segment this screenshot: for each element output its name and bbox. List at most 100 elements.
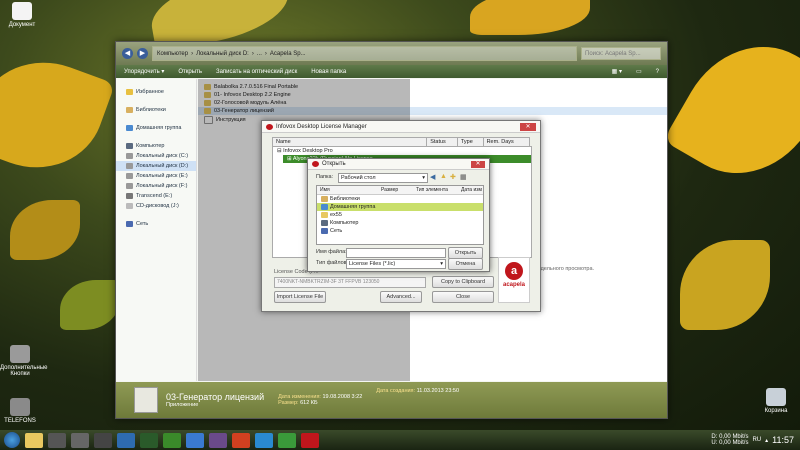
- column-size[interactable]: Размер: [378, 186, 413, 194]
- drive-icon: [126, 153, 133, 159]
- usb-drive-icon: [126, 193, 133, 199]
- explorer-taskbar-icon[interactable]: [25, 432, 43, 448]
- copy-to-clipboard-button[interactable]: Copy to Clipboard: [432, 276, 494, 288]
- column-name[interactable]: Имя: [317, 186, 378, 194]
- opera-taskbar-icon[interactable]: [232, 432, 250, 448]
- leaf-decoration: [663, 19, 800, 201]
- details-created-value: 11.03.2013 23:50: [416, 388, 460, 394]
- app-taskbar-icon[interactable]: [163, 432, 181, 448]
- folder-select[interactable]: Рабочий стол ▾: [338, 173, 428, 183]
- import-license-button[interactable]: Import License File: [274, 291, 326, 303]
- library-icon: [126, 107, 133, 113]
- leaf-decoration: [0, 42, 116, 188]
- app-taskbar-icon[interactable]: [140, 432, 158, 448]
- license-manager-title: Infovox Desktop License Manager: [276, 123, 367, 130]
- help-icon[interactable]: ?: [656, 69, 659, 75]
- chevron-right-icon: ›: [191, 50, 194, 57]
- view-options-icon[interactable]: ▦ ▾: [612, 68, 622, 75]
- open-list-item[interactable]: Компьютер: [317, 219, 483, 227]
- nav-item-drive-f[interactable]: Локальный диск (F:): [116, 181, 196, 191]
- breadcrumb-computer[interactable]: Компьютер: [157, 51, 188, 57]
- nav-item-drive-e[interactable]: Локальный диск (E:): [116, 171, 196, 181]
- acapela-icon: [266, 123, 273, 130]
- clock[interactable]: 11:57: [772, 435, 794, 445]
- up-folder-icon[interactable]: ▲: [440, 173, 447, 180]
- app-taskbar-icon[interactable]: [71, 432, 89, 448]
- burn-button[interactable]: Записать на оптический диск: [216, 69, 297, 75]
- close-icon[interactable]: ✕: [520, 122, 536, 131]
- navigation-pane: Избранное Библиотеки Домашняя группа Ком…: [116, 79, 197, 381]
- forward-icon[interactable]: ▶: [137, 48, 148, 59]
- search-input[interactable]: Поиск: Acapela Sp...: [581, 47, 661, 60]
- open-list-item[interactable]: Библиотеки: [317, 195, 483, 203]
- drive-icon: [126, 173, 133, 179]
- leaf-decoration: [470, 0, 590, 35]
- breadcrumb-ellipsis[interactable]: ...: [257, 51, 262, 57]
- filetype-select[interactable]: License Files (*.lic) ▾: [346, 259, 446, 269]
- media-taskbar-icon[interactable]: [48, 432, 66, 448]
- desktop-icon-recycle-bin[interactable]: Корзина: [756, 388, 796, 414]
- close-button[interactable]: Close: [432, 291, 494, 303]
- advanced-button[interactable]: Advanced...: [380, 291, 422, 303]
- chevron-down-icon: ▾: [422, 175, 425, 181]
- desktop-icon-shortcuts[interactable]: Дополнительные Кнопки: [0, 345, 48, 377]
- filename-input[interactable]: [346, 248, 446, 258]
- desktop-icon-telefons[interactable]: TELEFONS: [0, 398, 40, 424]
- new-folder-icon[interactable]: ✚: [450, 173, 456, 181]
- organize-button[interactable]: Упорядочить ▾: [124, 68, 164, 75]
- star-icon: [126, 89, 133, 95]
- app-taskbar-icon[interactable]: [94, 432, 112, 448]
- breadcrumb-folder[interactable]: Acapela Sp...: [270, 51, 306, 57]
- show-hidden-icons-icon[interactable]: ▴: [765, 437, 768, 444]
- new-folder-button[interactable]: Новая папка: [311, 69, 346, 75]
- folder-label: Папка:: [316, 174, 334, 180]
- desktop-icon-document[interactable]: Документ: [2, 2, 42, 28]
- open-list-item[interactable]: Домашняя группа: [317, 203, 483, 211]
- preview-pane-icon[interactable]: ▭: [636, 68, 642, 75]
- cancel-button[interactable]: Отмена: [448, 258, 483, 270]
- drive-u-label: U:: [711, 440, 718, 446]
- close-icon[interactable]: ✕: [471, 160, 485, 168]
- back-icon[interactable]: ◀: [122, 48, 133, 59]
- breadcrumb-drive[interactable]: Локальный диск D:: [196, 51, 249, 57]
- network-icon: [126, 221, 133, 227]
- nav-item-drive-c[interactable]: Локальный диск (C:): [116, 151, 196, 161]
- acapela-taskbar-icon[interactable]: [301, 432, 319, 448]
- skype-taskbar-icon[interactable]: [255, 432, 273, 448]
- nav-item-transcend[interactable]: Transcend (E:): [116, 191, 196, 201]
- computer-icon: [10, 345, 30, 363]
- license-manager-titlebar: Infovox Desktop License Manager ✕: [262, 121, 540, 133]
- nav-item-computer[interactable]: Компьютер: [116, 141, 196, 151]
- nav-item-favorites[interactable]: Избранное: [116, 87, 196, 97]
- column-type[interactable]: Тип элемента: [413, 186, 458, 194]
- chevron-right-icon: ›: [264, 50, 267, 57]
- system-tray: D: 0,00 Mbit/s U: 0,00 Mbit/s RU ▴ 11:57: [711, 434, 800, 446]
- open-list-item[interactable]: Сеть: [317, 227, 483, 235]
- language-indicator[interactable]: RU: [752, 437, 761, 443]
- nav-item-network[interactable]: Сеть: [116, 219, 196, 229]
- details-created-label: Дата создания:: [376, 388, 416, 394]
- app-taskbar-icon[interactable]: [209, 432, 227, 448]
- torrent-taskbar-icon[interactable]: [278, 432, 296, 448]
- view-menu-icon[interactable]: ▦: [460, 173, 467, 181]
- nav-item-libraries[interactable]: Библиотеки: [116, 105, 196, 115]
- file-list-header: Имя Размер Тип элемента Дата изм: [317, 186, 483, 195]
- browser-taskbar-icon[interactable]: [186, 432, 204, 448]
- start-button[interactable]: [4, 432, 20, 448]
- application-icon: [134, 387, 158, 413]
- computer-icon: [126, 143, 133, 149]
- tree-item-product[interactable]: ⊟ Infovox Desktop Pro: [273, 147, 531, 155]
- open-button[interactable]: Открыть: [178, 69, 202, 75]
- open-list-item[interactable]: ex55: [317, 211, 483, 219]
- details-size-value: 612 КБ: [300, 400, 318, 406]
- nav-item-drive-d[interactable]: Локальный диск (D:): [116, 161, 196, 171]
- recycle-bin-icon: [766, 388, 786, 406]
- back-icon[interactable]: ◀: [430, 173, 435, 181]
- library-icon: [321, 196, 328, 202]
- app-taskbar-icon[interactable]: [117, 432, 135, 448]
- license-code-field[interactable]: 7400NKT-NMBKTRZIM-3F 3T FFPVB 123050: [274, 277, 426, 288]
- address-bar[interactable]: Компьютер › Локальный диск D: › ... › Ac…: [152, 46, 577, 61]
- nav-item-homegroup[interactable]: Домашняя группа: [116, 123, 196, 133]
- column-date[interactable]: Дата изм: [458, 186, 482, 194]
- nav-item-cd-drive[interactable]: CD-дисковод (J:): [116, 201, 196, 211]
